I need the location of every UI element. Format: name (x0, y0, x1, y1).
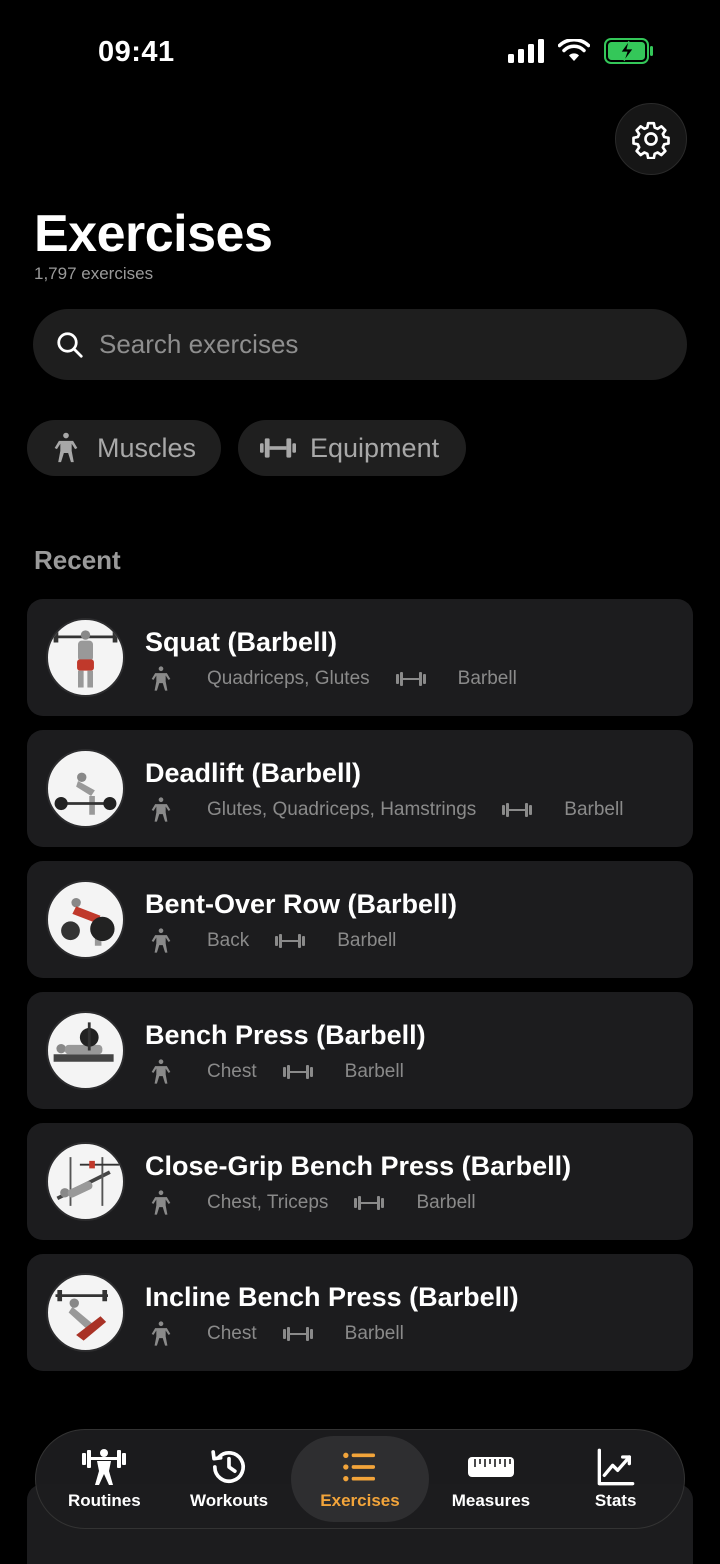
exercise-meta: Chest, Triceps Barbell (147, 1189, 476, 1217)
status-time: 09:41 (98, 36, 175, 68)
status-bar: 09:41 (0, 0, 720, 100)
exercise-muscles: Back (207, 930, 250, 951)
exercise-meta: Back Barbell (147, 927, 396, 955)
muscles-icon (151, 1190, 171, 1215)
exercise-row[interactable]: Squat (Barbell) Quadriceps, Glutes Barbe… (27, 599, 693, 716)
tab-routines[interactable]: Routines (42, 1436, 167, 1522)
muscles-icon (151, 666, 171, 691)
exercise-muscles: Chest, Triceps (207, 1192, 329, 1213)
exercise-thumbnail (46, 880, 125, 959)
exercise-equipment: Barbell (344, 1323, 404, 1344)
history-icon (211, 1450, 246, 1484)
barbell-icon (282, 1065, 313, 1079)
tab-stats[interactable]: Stats (553, 1436, 678, 1522)
page-title: Exercises (34, 205, 273, 263)
muscles-icon (151, 1321, 171, 1346)
recent-section-title: Recent (34, 545, 121, 575)
gear-icon (632, 121, 670, 159)
muscles-icon (151, 1059, 171, 1084)
barbell-icon (275, 934, 306, 948)
tab-exercises[interactable]: Exercises (291, 1436, 429, 1522)
chart-icon (597, 1448, 634, 1486)
exercise-row[interactable]: Deadlift (Barbell) Glutes, Quadriceps, H… (27, 730, 693, 847)
search-input[interactable] (99, 329, 639, 360)
exercise-thumbnail (46, 1011, 125, 1090)
tab-workouts-label: Workouts (190, 1491, 269, 1510)
exercise-name: Deadlift (Barbell) (145, 758, 362, 788)
exercise-name: Close-Grip Bench Press (Barbell) (145, 1151, 572, 1181)
recent-exercise-list: Squat (Barbell) Quadriceps, Glutes Barbe… (27, 599, 693, 1385)
search-icon (57, 331, 83, 358)
barbell-icon (354, 1196, 385, 1210)
exercise-equipment: Barbell (457, 668, 517, 689)
exercise-muscles: Quadriceps, Glutes (207, 668, 370, 689)
barbell-icon (502, 803, 533, 817)
muscles-filter-button[interactable]: Muscles (27, 420, 221, 476)
exercise-thumbnail (46, 1273, 125, 1352)
exercise-meta: Chest Barbell (147, 1320, 404, 1348)
tab-workouts[interactable]: Workouts (167, 1436, 292, 1522)
equipment-filter-label: Equipment (310, 432, 440, 463)
exercise-equipment: Barbell (344, 1061, 404, 1082)
battery-charging-icon (604, 38, 653, 64)
settings-button[interactable] (615, 103, 687, 175)
exercise-meta: Chest Barbell (147, 1058, 404, 1086)
exercise-meta: Quadriceps, Glutes Barbell (147, 665, 517, 693)
tab-bar: Routines Workouts Exercises Measures Sta… (35, 1429, 685, 1529)
tab-measures-label: Measures (451, 1491, 531, 1510)
exercise-row[interactable]: Close-Grip Bench Press (Barbell) Chest, … (27, 1123, 693, 1240)
muscles-icon (54, 432, 78, 463)
equipment-filter-button[interactable]: Equipment (238, 420, 466, 476)
status-icons (508, 38, 654, 64)
exercise-equipment: Barbell (337, 930, 397, 951)
dumbbell-icon (260, 438, 296, 458)
signal-icon (508, 39, 544, 63)
tab-exercises-label: Exercises (320, 1491, 400, 1510)
tab-stats-label: Stats (594, 1491, 637, 1510)
exercise-name: Bent-Over Row (Barbell) (145, 889, 458, 919)
exercise-count: 1,797 exercises (34, 264, 154, 283)
exercise-thumbnail (46, 749, 125, 828)
exercise-name: Incline Bench Press (Barbell) (145, 1282, 519, 1312)
list-icon (343, 1452, 375, 1482)
barbell-icon (395, 672, 426, 686)
muscles-icon (151, 797, 171, 822)
exercise-equipment: Barbell (416, 1192, 476, 1213)
exercise-muscles: Chest (207, 1323, 257, 1344)
routines-icon (82, 1449, 127, 1485)
exercise-thumbnail (46, 1142, 125, 1221)
exercise-meta: Glutes, Quadriceps, Hamstrings Barbell (147, 796, 623, 824)
exercise-thumbnail (46, 618, 125, 697)
exercise-muscles: Glutes, Quadriceps, Hamstrings (207, 799, 477, 820)
barbell-icon (282, 1327, 313, 1341)
exercise-row[interactable]: Incline Bench Press (Barbell) Chest Barb… (27, 1254, 693, 1371)
exercise-muscles: Chest (207, 1061, 257, 1082)
tab-measures[interactable]: Measures (429, 1436, 554, 1522)
exercise-row[interactable]: Bench Press (Barbell) Chest Barbell (27, 992, 693, 1109)
exercise-row[interactable]: Bent-Over Row (Barbell) Back Barbell (27, 861, 693, 978)
muscles-filter-label: Muscles (97, 432, 197, 463)
exercise-name: Squat (Barbell) (145, 627, 338, 657)
tab-routines-label: Routines (67, 1491, 141, 1510)
search-bar[interactable] (33, 309, 687, 380)
ruler-icon (467, 1457, 514, 1477)
muscles-icon (151, 928, 171, 953)
wifi-icon (558, 39, 590, 61)
exercise-name: Bench Press (Barbell) (145, 1020, 426, 1050)
exercise-equipment: Barbell (564, 799, 624, 820)
